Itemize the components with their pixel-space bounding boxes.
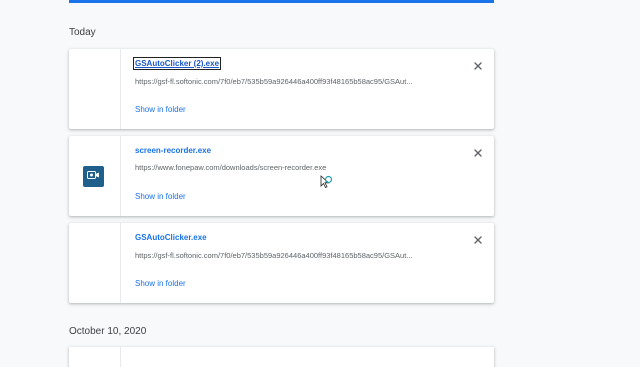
show-in-folder-link[interactable]: Show in folder [135,105,186,114]
file-icon-column [69,136,121,216]
file-name-link[interactable]: GSAutoClicker.exe [135,233,207,242]
screen-recorder-app-icon [83,166,104,187]
file-url[interactable]: https://gsf-fl.softonic.com/7f0/eb7/535b… [135,251,453,260]
remove-download-button[interactable] [471,59,485,73]
top-accent-bar [69,0,494,3]
remove-download-button[interactable] [471,146,485,160]
file-icon-column [69,223,121,303]
file-icon-column [69,49,121,129]
date-heading-older: October 10, 2020 [69,326,147,337]
download-item: GSAutoClicker.exe https://gsf-fl.softoni… [69,223,494,303]
remove-download-button[interactable] [471,233,485,247]
close-icon [474,62,482,70]
show-in-folder-link[interactable]: Show in folder [135,279,186,288]
download-item: GSAutoClicker (2).exe https://gsf-fl.sof… [69,49,494,129]
file-url[interactable]: https://www.fonepaw.com/downloads/screen… [135,163,453,172]
date-heading-today: Today [69,27,96,38]
mouse-cursor-icon [320,175,334,194]
download-item: screen-recorder.exe https://www.fonepaw.… [69,136,494,216]
download-item-partial [69,347,494,367]
file-url[interactable]: https://gsf-fl.softonic.com/7f0/eb7/535b… [135,77,453,86]
show-in-folder-link[interactable]: Show in folder [135,192,186,201]
file-name-link[interactable]: screen-recorder.exe [135,146,211,155]
file-icon-column [69,347,121,367]
close-icon [474,149,482,157]
close-icon [474,236,482,244]
file-name-link[interactable]: GSAutoClicker (2).exe [132,57,222,70]
